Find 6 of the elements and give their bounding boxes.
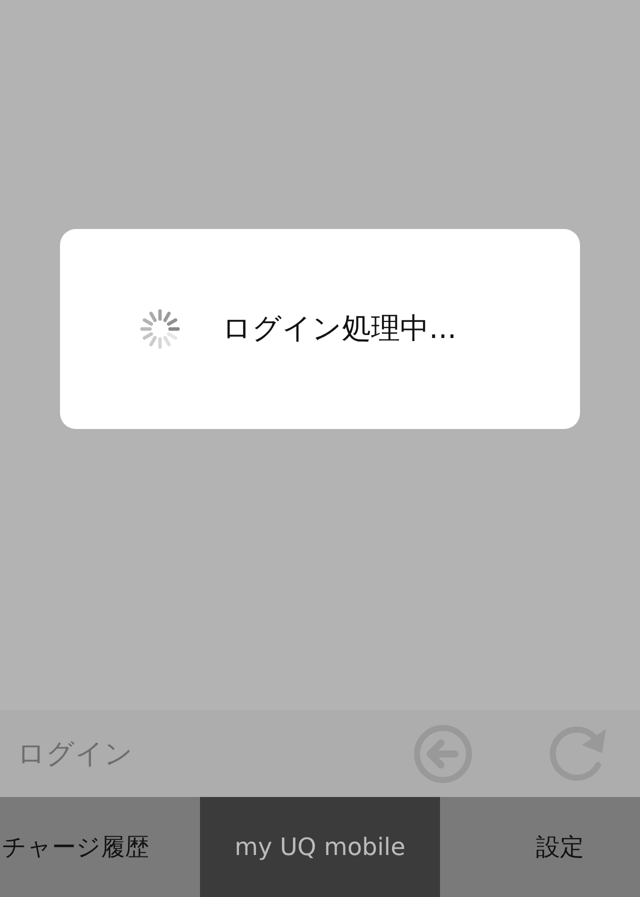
tab[interactable]: 設定 [440, 797, 640, 897]
loading-message: ログイン処理中... [222, 310, 457, 347]
tab[interactable]: チャージ履歴 [0, 797, 200, 897]
tab[interactable]: my UQ mobile [200, 797, 440, 897]
toolbar-title: ログイン [17, 736, 134, 772]
spinner-icon [140, 309, 180, 349]
